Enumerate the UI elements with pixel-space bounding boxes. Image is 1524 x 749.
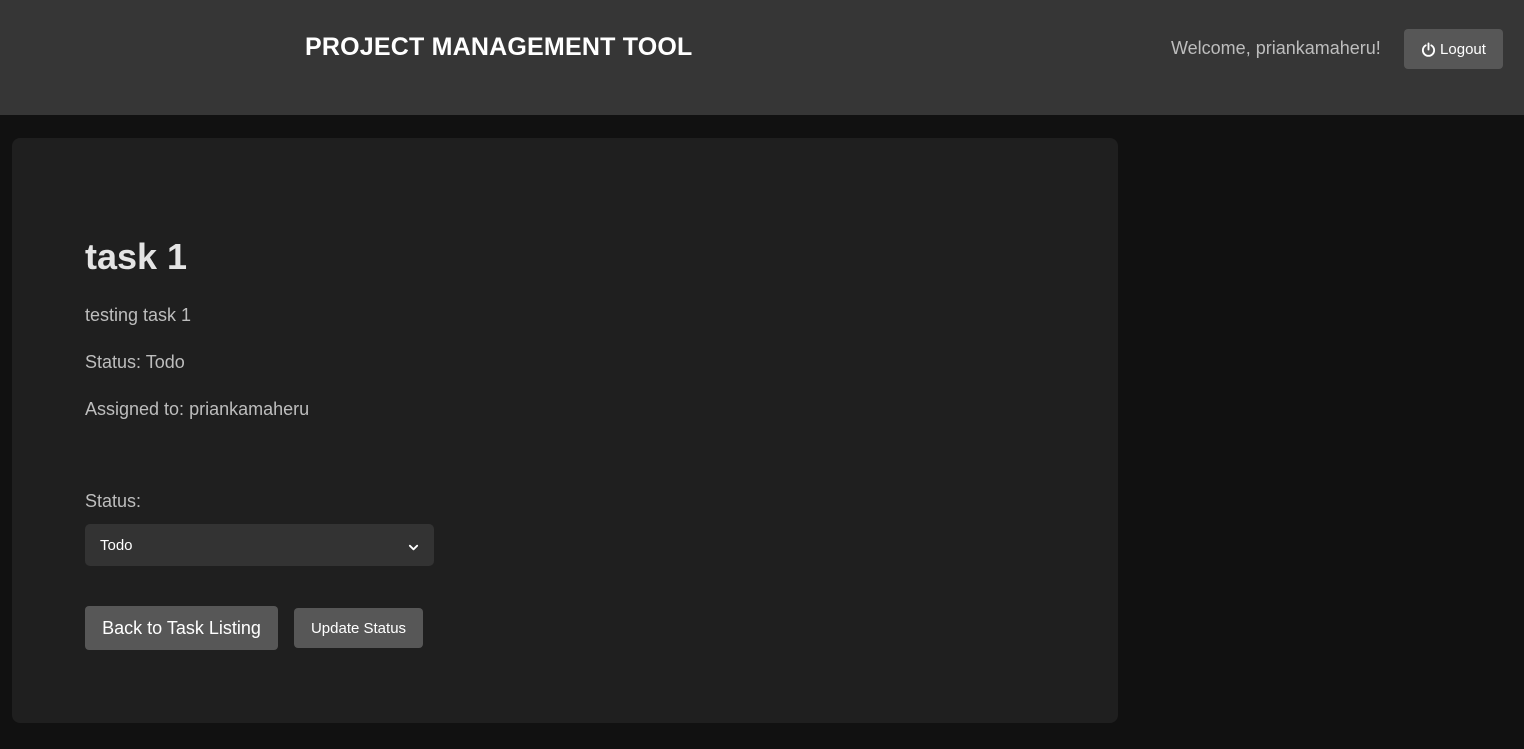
top-header: PROJECT MANAGEMENT TOOL Welcome, prianka… bbox=[0, 0, 1524, 115]
task-detail-card: task 1 testing task 1 Status: Todo Assig… bbox=[12, 138, 1118, 723]
status-label: Status: bbox=[85, 491, 142, 511]
welcome-message: Welcome, priankamaheru! bbox=[1171, 38, 1381, 58]
app-title: PROJECT MANAGEMENT TOOL bbox=[305, 33, 693, 61]
chevron-down-icon bbox=[408, 540, 419, 551]
task-title: task 1 bbox=[85, 236, 188, 277]
back-to-task-listing-button[interactable]: Back to Task Listing bbox=[85, 606, 278, 650]
logout-button[interactable]: Logout bbox=[1404, 29, 1503, 69]
power-icon bbox=[1421, 41, 1436, 57]
status-select[interactable]: Todo bbox=[85, 524, 434, 566]
update-status-button[interactable]: Update Status bbox=[294, 608, 423, 648]
status-select-value: Todo bbox=[100, 536, 133, 554]
logout-label: Logout bbox=[1440, 40, 1486, 58]
task-assignee: Assigned to: priankamaheru bbox=[85, 399, 310, 419]
task-status: Status: Todo bbox=[85, 352, 185, 372]
task-description: testing task 1 bbox=[85, 305, 192, 325]
